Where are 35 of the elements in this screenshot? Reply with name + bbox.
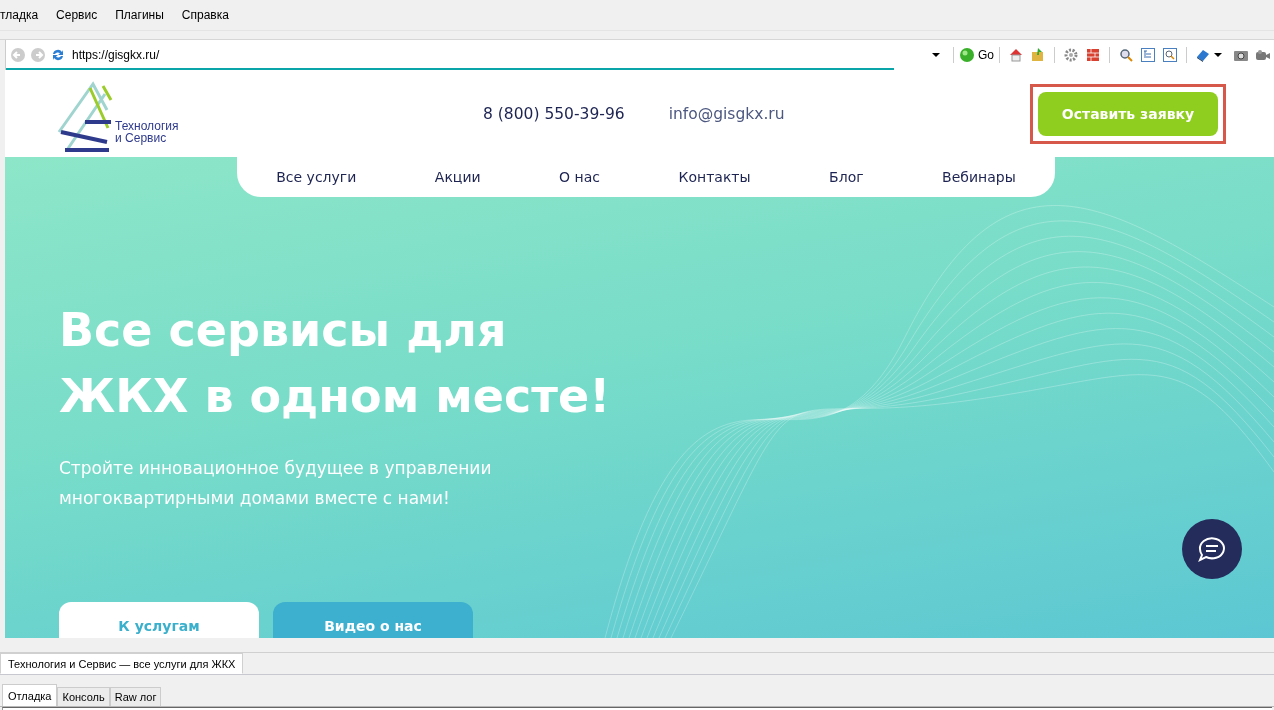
panel-tab[interactable]: Отладка [2,684,58,706]
dropdown-caret-icon[interactable] [932,51,940,59]
zoom-page-icon[interactable] [1162,47,1178,63]
dropdown-caret-icon[interactable] [1214,51,1222,59]
video-camera-icon[interactable] [1255,47,1271,63]
package-icon[interactable] [1030,47,1046,63]
page-tab[interactable]: Технология и Сервис — все услуги для ЖКХ [0,653,244,674]
hero-title: Все сервисы для ЖКХ в одном месте! [59,302,611,425]
panel-tab[interactable]: Raw лог [109,687,162,706]
nav-link[interactable]: Вебинары [934,169,1024,185]
go-button[interactable]: Go [959,47,994,63]
url-field[interactable]: https://gisgkx.ru/ [72,48,932,62]
panel-tab[interactable]: Консоль [57,687,110,706]
menu-item[interactable]: Сервис [47,8,107,22]
magnifier-icon[interactable] [1118,47,1134,63]
nav-link[interactable]: Все услуги [268,169,365,185]
nav-link[interactable]: О нас [551,169,608,185]
menu-item[interactable]: тладка [0,8,48,22]
nav-link[interactable]: Контакты [670,169,759,185]
logo-text: Технология и Сервис [115,119,179,144]
menu-item[interactable]: Справка [172,8,238,22]
nav-link[interactable]: Блог [821,169,872,185]
menu-item[interactable]: Плагины [106,8,173,22]
go-icon [959,47,975,63]
tree-view-icon[interactable] [1140,47,1156,63]
hero-subtitle: Стройте инновационное будущее в управлении многоквартирными домами вместе с нами! [59,457,492,510]
phone-number[interactable]: 8 (800) 550-39-96 [483,104,625,123]
house-icon[interactable] [1008,47,1024,63]
chat-icon[interactable] [1182,519,1242,579]
nav-link[interactable]: Акции [426,169,489,185]
email-link[interactable]: info@gisgkx.ru [668,104,785,123]
gear-icon[interactable] [1063,47,1079,63]
refresh-icon[interactable] [50,47,66,63]
brick-wall-icon[interactable] [1085,47,1101,63]
book-icon[interactable] [1195,47,1211,63]
